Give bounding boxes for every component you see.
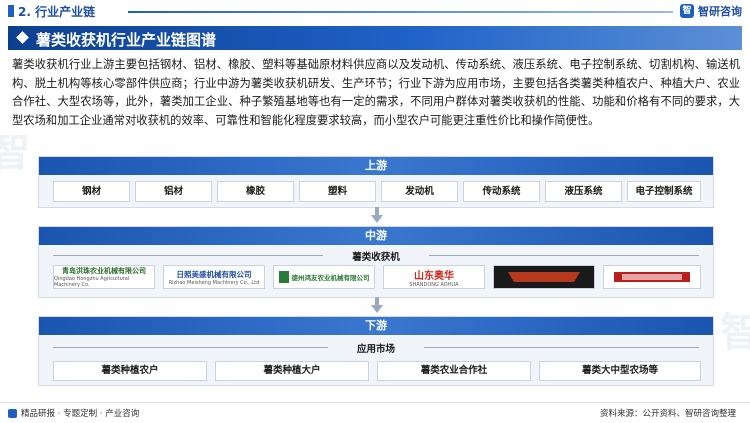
watermark: 智 bbox=[720, 310, 750, 356]
top-bar: 2. 行业产业链 智 智研咨询 bbox=[0, 0, 750, 22]
company-logo: 青岛洪珠农业机械有限公司 Qingdao Hongzhu Agricultura… bbox=[53, 265, 155, 289]
company-mark-icon bbox=[508, 272, 580, 282]
company-logo: 山东奥华 SHANDONG AOHUA bbox=[383, 265, 485, 289]
source-note: 资料来源：公开资料、智研咨询整理 bbox=[599, 409, 736, 419]
company-name-en: Rizhao Meisheng Machinery Co., Ltd bbox=[168, 279, 260, 286]
flow-arrow-down bbox=[371, 215, 383, 223]
diamond-icon bbox=[16, 31, 29, 44]
midstream-title: 中游 bbox=[39, 227, 713, 245]
section-marker bbox=[8, 5, 14, 17]
report-icon bbox=[8, 408, 17, 418]
upstream-item: 橡胶 bbox=[217, 181, 294, 202]
company-name: 日照美盛机械有限公司 bbox=[176, 269, 252, 279]
logo-text: 智研咨询 bbox=[698, 5, 742, 18]
section-title: 2. 行业产业链 bbox=[18, 5, 96, 19]
upstream-item: 钢材 bbox=[53, 181, 130, 202]
downstream-panel: 下游 应用市场 薯类种植农户 薯类种植大户 薯类农业合作社 薯类大中型农场等 bbox=[38, 316, 714, 386]
company-name: 山东奥华 bbox=[414, 270, 454, 282]
company-logo bbox=[493, 265, 595, 289]
company-name: 青岛洪珠农业机械有限公司 bbox=[62, 267, 146, 275]
company-name-en: SHANDONG AOHUA bbox=[409, 281, 459, 288]
company-logo: 日照美盛机械有限公司 Rizhao Meisheng Machinery Co.… bbox=[163, 265, 265, 289]
divider bbox=[429, 255, 699, 256]
intro-paragraph: 薯类收获机行业上游主要包括钢材、铝材、橡胶、塑料等基础原材料供应商以及发动机、传… bbox=[12, 58, 740, 127]
flow-arrow-down bbox=[371, 305, 383, 313]
downstream-item: 薯类大中型农场等 bbox=[539, 361, 701, 381]
footer-tagline: 精品研报 · 专题定制 · 产业咨询 bbox=[21, 409, 140, 419]
divider bbox=[424, 347, 699, 348]
company-mark-icon bbox=[614, 272, 690, 282]
header-rule bbox=[128, 11, 673, 13]
company-name: 德州鸿友农业机械有限公司 bbox=[291, 274, 370, 282]
footer: 精品研报 · 专题定制 · 产业咨询 资料来源：公开资料、智研咨询整理 bbox=[0, 402, 750, 423]
downstream-subtitle: 应用市场 bbox=[356, 344, 395, 355]
upstream-item: 塑料 bbox=[299, 181, 376, 202]
company-emblem-icon bbox=[278, 271, 289, 283]
upstream-item: 发动机 bbox=[381, 181, 458, 202]
upstream-item: 液压系统 bbox=[545, 181, 622, 202]
upstream-title: 上游 bbox=[39, 157, 713, 175]
upstream-item: 电子控制系统 bbox=[627, 181, 701, 202]
upstream-item: 传动系统 bbox=[463, 181, 540, 202]
upstream-panel: 上游 钢材 铝材 橡胶 塑料 发动机 传动系统 液压系统 电子控制系统 bbox=[38, 156, 714, 208]
midstream-panel: 中游 薯类收获机 青岛洪珠农业机械有限公司 Qingdao Hongzhu Ag… bbox=[38, 226, 714, 298]
downstream-title: 下游 bbox=[39, 317, 713, 335]
midstream-subtitle: 薯类收获机 bbox=[352, 252, 400, 263]
company-logo bbox=[603, 265, 701, 289]
company-logo: 德州鸿友农业机械有限公司 bbox=[273, 265, 375, 289]
brand-logo: 智 智研咨询 bbox=[680, 3, 742, 19]
page-title: 薯类收获机行业产业链图谱 bbox=[36, 31, 217, 49]
downstream-item: 薯类种植大户 bbox=[215, 361, 369, 381]
logo-icon: 智 bbox=[680, 4, 694, 18]
company-name-en: Qingdao Hongzhu Agricultural Machinery C… bbox=[54, 276, 130, 288]
footer-left: 精品研报 · 专题定制 · 产业咨询 bbox=[8, 407, 139, 419]
downstream-item: 薯类种植农户 bbox=[53, 361, 207, 381]
upstream-item: 铝材 bbox=[135, 181, 212, 202]
title-banner: 薯类收获机行业产业链图谱 bbox=[8, 26, 742, 50]
downstream-item: 薯类农业合作社 bbox=[377, 361, 531, 381]
